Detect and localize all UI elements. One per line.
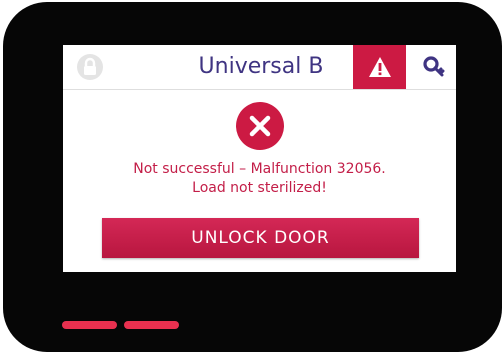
lock-icon [77,54,103,80]
display-screen: Universal B Not successful – Malfunction… [63,45,456,272]
error-x-icon [236,102,284,150]
unlock-door-button[interactable]: UNLOCK DOOR [102,218,419,258]
status-led-2 [124,321,179,329]
key-button[interactable] [411,45,456,89]
error-message: Not successful – Malfunction 32056. Load… [63,160,456,198]
page-title: Universal B [198,54,324,79]
warning-button[interactable] [353,45,406,89]
warning-icon [368,57,391,77]
header-bar: Universal B [63,45,456,90]
status-led-1 [62,321,117,329]
error-message-line-1: Not successful – Malfunction 32056. [133,161,386,177]
key-icon [422,56,444,77]
device-bezel: Universal B Not successful – Malfunction… [3,2,502,352]
error-message-line-2: Load not sterilized! [192,180,327,196]
